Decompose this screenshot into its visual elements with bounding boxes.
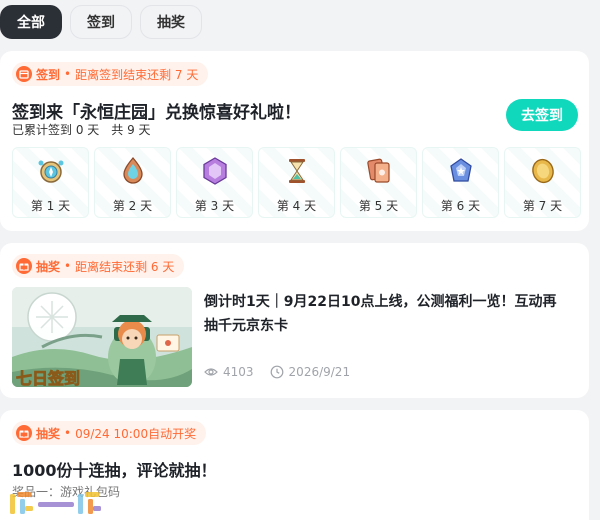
tab-checkin[interactable]: 签到	[70, 5, 132, 39]
svg-text:七日签到: 七日签到	[16, 369, 80, 387]
water-drop-gem-icon	[122, 157, 143, 184]
checkin-progress: 已累计签到 0 天共 9 天	[12, 121, 151, 138]
tag-type: 抽奖	[36, 259, 61, 274]
checkin-tag: 签到 • 距离签到结束还剩 7 天	[12, 62, 209, 86]
tag-text: 距离签到结束还剩 7 天	[75, 67, 199, 82]
checkin-day-2[interactable]: 第 2 天	[94, 147, 171, 218]
tag-text: 距离结束还剩 6 天	[75, 259, 175, 274]
checkin-day-6[interactable]: 第 6 天	[422, 147, 499, 218]
lottery-title[interactable]: 1000份十连抽，评论就抽！	[12, 457, 217, 481]
site-logo-icon	[10, 492, 101, 514]
lottery-tag: 抽奖 • 距离结束还剩 6 天	[12, 254, 185, 278]
tab-lottery[interactable]: 抽奖	[140, 5, 202, 39]
checkin-day-7[interactable]: 第 7 天	[504, 147, 581, 218]
post-meta: 4103 2026/9/21	[204, 365, 350, 379]
checkin-day-5[interactable]: 第 5 天	[340, 147, 417, 218]
day-label: 第 6 天	[440, 199, 481, 213]
tag-type: 签到	[36, 67, 61, 82]
lottery-tag: 抽奖 • 09/24 10:00自动开奖	[12, 421, 207, 445]
day-label: 第 1 天	[30, 199, 71, 213]
eye-icon	[204, 368, 218, 376]
compass-icon	[38, 160, 63, 183]
gift-icon	[16, 425, 32, 441]
tag-separator: •	[64, 259, 72, 273]
post-thumbnail[interactable]: 七日签到	[12, 287, 192, 387]
day-label: 第 7 天	[522, 199, 563, 213]
watermark-logo	[8, 488, 104, 518]
checkin-day-4[interactable]: 第 4 天	[258, 147, 335, 218]
go-checkin-button[interactable]: 去签到	[506, 99, 578, 131]
post-title[interactable]: 倒计时1天｜9月22日10点上线，公测福利一览！互动再抽千元京东卡	[204, 290, 570, 338]
checkin-day-3[interactable]: 第 3 天	[176, 147, 253, 218]
hourglass-icon	[288, 159, 305, 183]
day-label: 第 4 天	[276, 199, 317, 213]
cards-icon	[366, 158, 390, 183]
day-label: 第 5 天	[358, 199, 399, 213]
tag-text: 09/24 10:00自动开奖	[75, 426, 197, 441]
day-label: 第 2 天	[112, 199, 153, 213]
total-days: 共 9 天	[111, 123, 151, 137]
day-label: 第 3 天	[194, 199, 235, 213]
lottery-post-card[interactable]: 抽奖 • 距离结束还剩 6 天 七日签到 倒计时1天｜9月22日10点上线，公测…	[0, 243, 589, 398]
accumulated-days: 已累计签到 0 天	[12, 123, 100, 137]
tab-all[interactable]: 全部	[0, 5, 62, 39]
checkin-days: 第 1 天 第 2 天 第 3 天 第 4 天 第 5 天 第 6 天 第 7 …	[12, 147, 581, 218]
gift-icon	[16, 258, 32, 274]
blue-crystal-icon	[449, 158, 472, 182]
hexagon-crystal-icon	[202, 157, 227, 185]
checkin-card[interactable]: 签到 • 距离签到结束还剩 7 天 签到来「永恒庄园」兑换惊喜好礼啦！ 已累计签…	[0, 51, 589, 231]
tag-type: 抽奖	[36, 426, 61, 441]
tag-separator: •	[64, 426, 72, 440]
post-date: 2026/9/21	[270, 365, 350, 379]
filter-tabs: 全部 签到 抽奖	[0, 5, 202, 41]
checkin-day-1[interactable]: 第 1 天	[12, 147, 89, 218]
tag-separator: •	[64, 67, 72, 81]
views-count: 4103	[204, 365, 254, 379]
checkin-title: 签到来「永恒庄园」兑换惊喜好礼啦！	[12, 103, 301, 123]
gold-coin-icon	[531, 158, 554, 184]
calendar-icon	[16, 66, 32, 82]
clock-icon	[270, 365, 283, 379]
illustration-image: 七日签到	[12, 287, 192, 387]
